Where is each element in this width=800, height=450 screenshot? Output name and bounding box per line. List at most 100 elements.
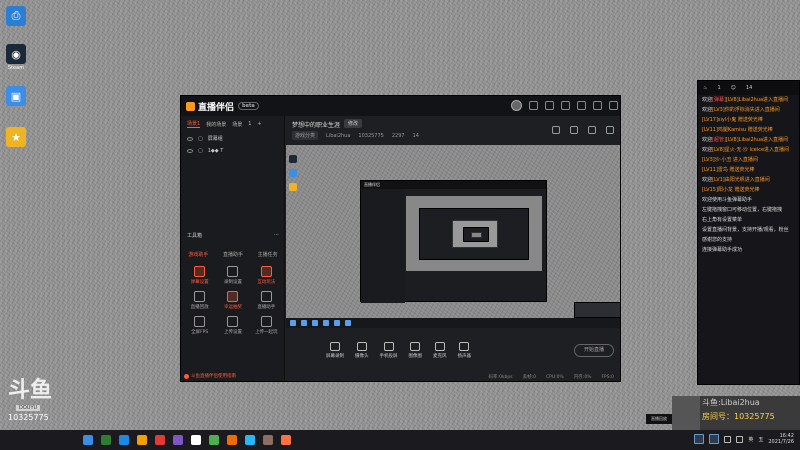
tab-game-assistant[interactable]: 游戏助手 (188, 251, 208, 258)
tray-app-icon[interactable] (694, 434, 705, 444)
minimize-icon[interactable] (577, 101, 586, 110)
source-control[interactable]: 手机投屏 (379, 341, 398, 359)
status-metric: 丢帧:0 (522, 375, 536, 380)
tab-my-scenes[interactable]: 我的场景 (206, 121, 226, 128)
explorer-icon[interactable] (83, 435, 93, 445)
go-live-button[interactable]: 开始直播 (574, 344, 614, 357)
app-blue-icon[interactable] (245, 435, 255, 445)
source-control[interactable]: 屏幕录制 (326, 341, 344, 359)
fan-count: 14 (412, 132, 419, 139)
tray-app-icon[interactable] (709, 434, 720, 444)
tool-button[interactable]: 互动玩法 (250, 266, 283, 285)
desktop-shortcut[interactable]: ⎙ (4, 6, 28, 27)
tool-button[interactable]: 全屏FPS (183, 316, 216, 335)
clock-date: 2021/7/26 (768, 439, 794, 445)
room-actions (552, 126, 614, 134)
cam-watermark: 斗鱼:Libai2hua (702, 398, 760, 407)
eye-icon[interactable] (187, 136, 193, 141)
source-controls: 屏幕录制 摄像头 手机投屏 图像图 麦克风 扬声器 (286, 330, 620, 370)
scene-item[interactable]: ▢ 1◆◆ T (181, 145, 284, 157)
network-icon[interactable] (724, 435, 732, 443)
close-icon[interactable] (609, 101, 618, 110)
danmu-text: 设置直播间背景，支持开播/观看，粉丝 (702, 227, 789, 233)
source-control[interactable]: 扬声器 (458, 341, 471, 359)
danmu-text: 右上角有设置菜单 (702, 217, 743, 223)
toolbox-tabs: 游戏助手 直播助手 主播任务 (181, 251, 285, 258)
app-purple-icon[interactable] (173, 435, 183, 445)
desktop-shortcut-label: Steam (7, 65, 25, 71)
source-control[interactable]: 麦克风 (433, 341, 447, 359)
taskbar-apps (83, 435, 291, 445)
stream-preview[interactable]: 直播伴侣 (286, 145, 620, 328)
screen-icon (330, 341, 340, 351)
volume-icon[interactable] (736, 435, 744, 443)
tool-button[interactable]: 直播回放 (183, 291, 216, 310)
folder-icon[interactable] (137, 435, 147, 445)
add-scene-icon[interactable]: + (257, 121, 261, 127)
stream-mini-label[interactable]: 直播回放 (646, 414, 672, 424)
lock-icon[interactable] (570, 126, 578, 134)
tool-button[interactable]: 录制设置 (216, 266, 249, 285)
ime-indicator[interactable]: 英 (748, 436, 753, 443)
douyu-icon[interactable] (227, 435, 237, 445)
danmu-text: 连接弹幕助手成功 (702, 247, 743, 253)
tool-button[interactable]: 上传设置 (216, 316, 249, 335)
preview-app-icon (301, 320, 307, 326)
trash-icon[interactable] (552, 126, 560, 134)
maximize-icon[interactable] (593, 101, 602, 110)
tool-button[interactable]: 直播助手 (250, 291, 283, 310)
tool-label: 直播助手 (257, 305, 276, 310)
category-badge[interactable]: 游戏分类 (292, 131, 319, 140)
guide-text: 斗鱼直播伴侣使用指南 (191, 374, 236, 379)
status-metric: CPU:0% (545, 374, 564, 380)
cog-icon[interactable] (588, 126, 596, 134)
tool-label: 弹幕设置 (190, 280, 209, 285)
toolbox-more-icon[interactable]: ⋯ (274, 232, 279, 239)
source-control-label: 手机投屏 (379, 353, 398, 359)
tool-label: 全屏FPS (191, 330, 209, 335)
edge-icon[interactable] (119, 435, 129, 445)
skin-icon[interactable] (545, 101, 554, 110)
app-brown-icon[interactable] (263, 435, 273, 445)
edit-title-button[interactable]: 修改 (344, 119, 363, 128)
avatar[interactable] (511, 100, 522, 111)
status-bar: 码率:0kbps 丢帧:0 CPU:0% 内存:0% FPS:0 (286, 371, 620, 381)
desktop-shortcut[interactable]: ◉ Steam (4, 44, 28, 71)
danmu-text: [LV11]鸡腿Kamisu 赠送荧光棒 (702, 127, 773, 133)
tool-button[interactable]: 幸运抽奖 (216, 291, 249, 310)
tool-button[interactable]: 上传一起玩 (250, 316, 283, 335)
clock[interactable]: 16:42 2021/7/26 (768, 433, 794, 445)
desktop-shortcut[interactable]: ★ (4, 127, 28, 148)
app-titlebar: 直播伴侣 beta (181, 96, 620, 116)
source-control[interactable]: 摄像头 (355, 341, 369, 359)
app-green-icon[interactable] (209, 435, 219, 445)
user-icon: ☺ (730, 85, 736, 91)
message-icon[interactable] (529, 101, 538, 110)
scene-item[interactable]: ▢ 屏幕组 (181, 132, 284, 145)
status-metric: 内存:0% (573, 375, 592, 380)
danmu-user-badge: [弹幕] (712, 97, 726, 103)
app-orange-icon[interactable] (281, 435, 291, 445)
app-white-icon[interactable] (191, 435, 201, 445)
tab-scene[interactable]: 场景 (232, 121, 242, 128)
browser-icon[interactable] (101, 435, 111, 445)
tab-live-assistant[interactable]: 直播助手 (223, 251, 243, 258)
tab-streamer-tasks[interactable]: 主播任务 (258, 251, 278, 258)
app-red-icon[interactable] (155, 435, 165, 445)
danmu-list: 欢迎[弹幕][LV8]Libai2hua进入直播间 欢迎[LV3]你的浮标消失进入… (698, 95, 799, 255)
desktop-shortcut[interactable]: ▣ (4, 86, 28, 107)
guide-link[interactable]: 斗鱼直播伴侣使用指南 (184, 373, 236, 379)
toolbox-title: 工具箱 (187, 233, 203, 239)
source-control[interactable]: 图像图 (409, 341, 422, 359)
settings-icon[interactable] (561, 101, 570, 110)
warning-icon (184, 373, 189, 379)
star-app-icon (289, 183, 297, 191)
ime-indicator-2[interactable]: 五 (758, 436, 763, 443)
tool-button[interactable]: 弹幕设置 (183, 266, 216, 285)
share-icon[interactable] (606, 126, 614, 134)
eye-icon[interactable] (187, 149, 193, 153)
danmu-line: 欢迎[LV3]你的浮标消失进入直播间 (698, 105, 799, 115)
webcam-feed (672, 396, 700, 430)
preview-app-icon (334, 320, 340, 326)
tab-scene-1[interactable]: 场景1 (187, 120, 201, 128)
